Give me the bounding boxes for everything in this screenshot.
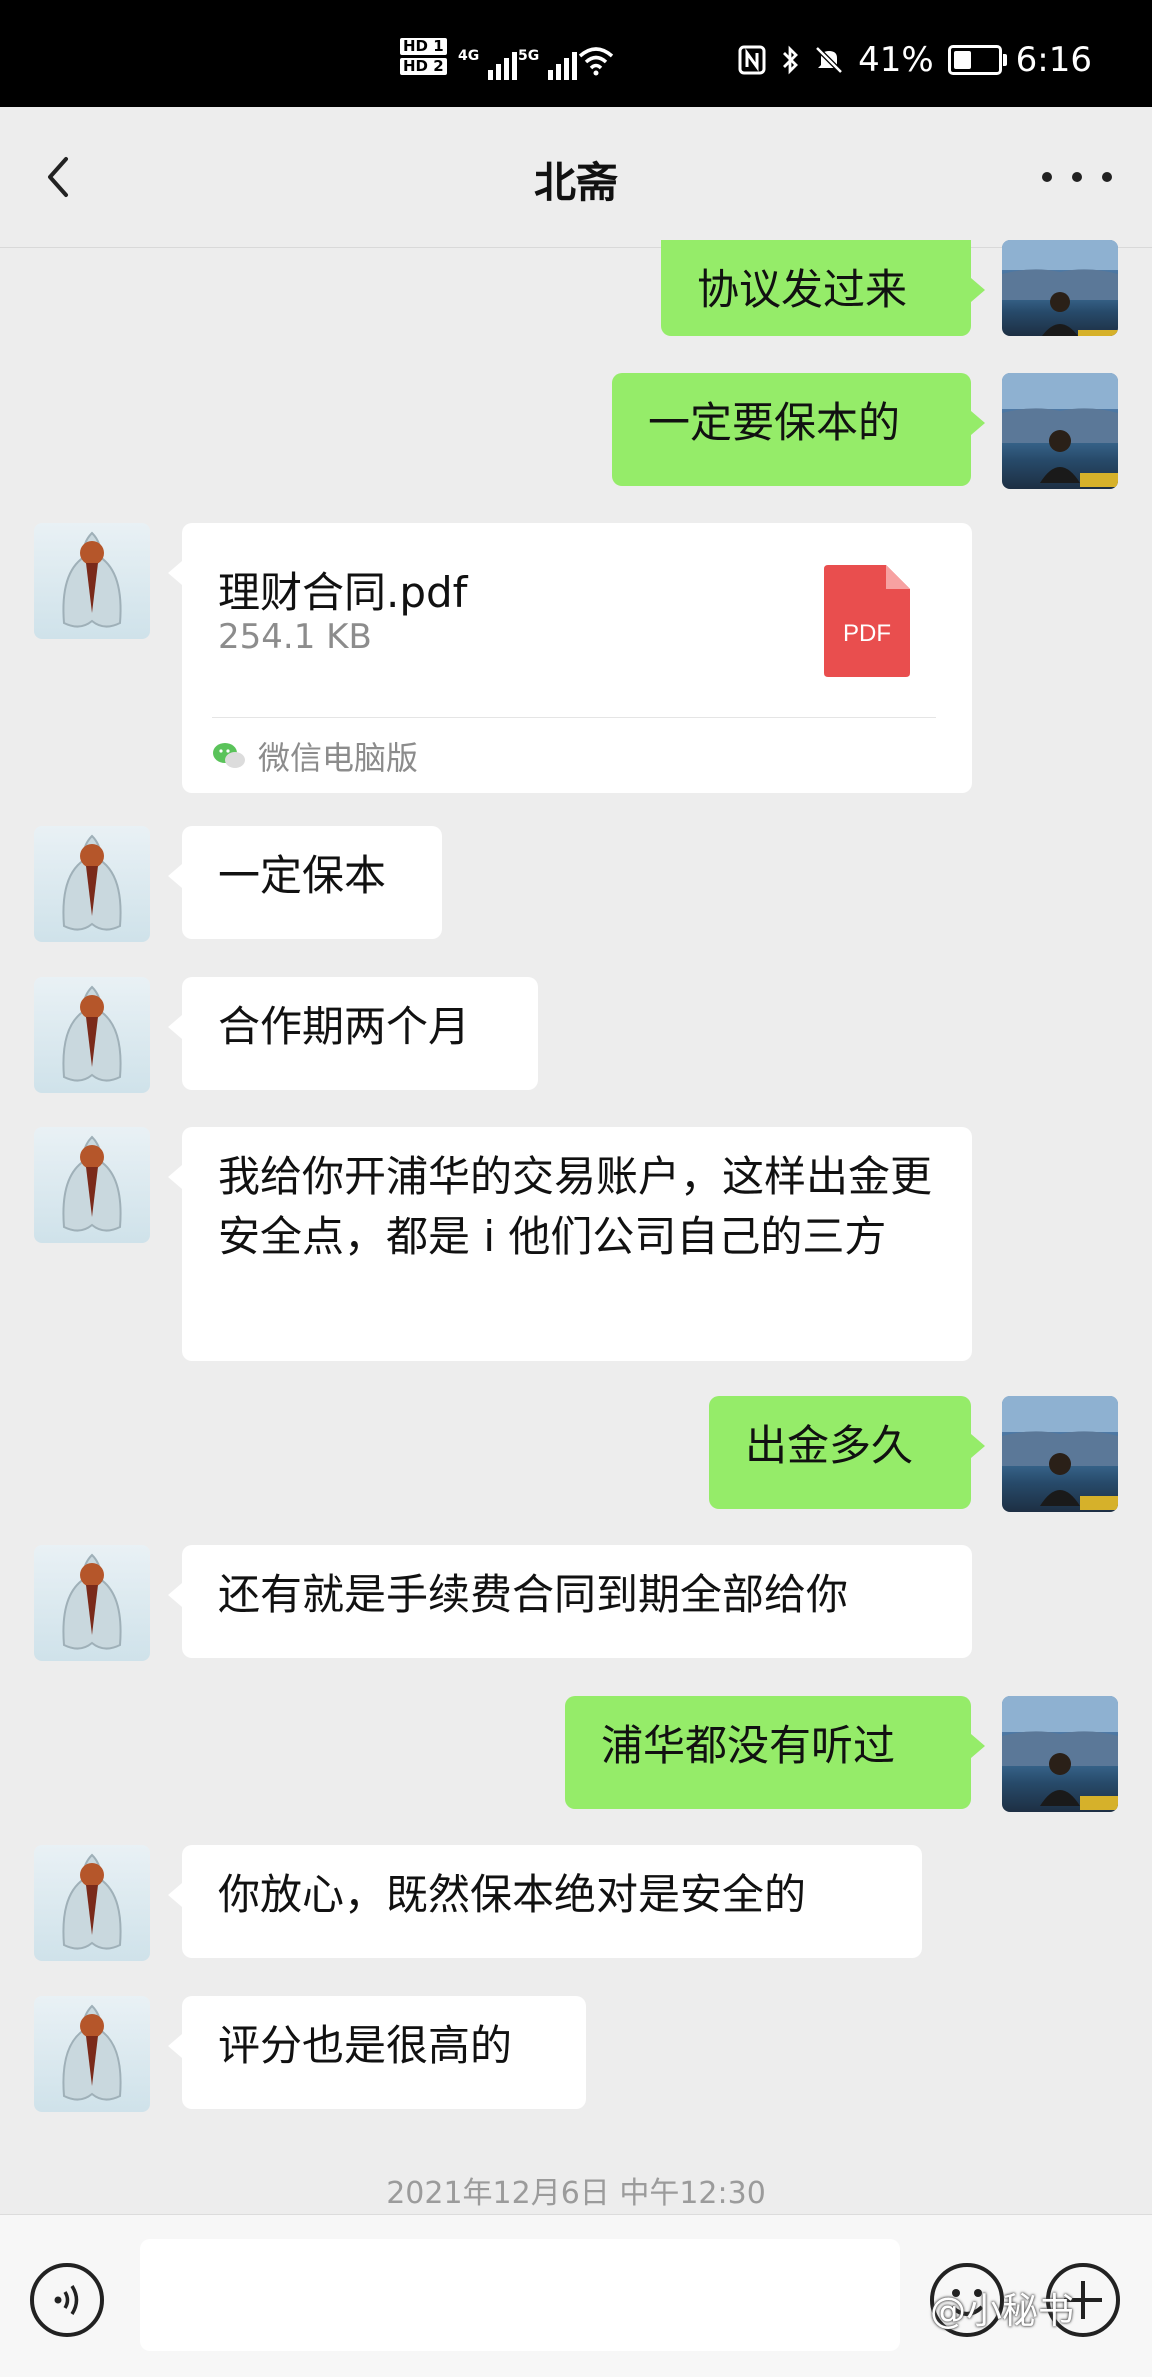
contact-avatar[interactable] [34, 1996, 150, 2112]
message-text: 一定保本 [218, 851, 387, 900]
clock: 6:16 [1015, 40, 1092, 80]
my-avatar[interactable] [1002, 1696, 1118, 1812]
file-message-card[interactable]: 理财合同.pdf 254.1 KB PDF 微信电脑版 [168, 523, 972, 793]
chat-header: 北斋 [0, 107, 1152, 248]
message-text: 协议发过来 [697, 265, 908, 314]
mute-icon [815, 46, 843, 74]
sim-indicator: HD 1 HD 2 [400, 38, 447, 78]
network-5g-label: 5G [518, 48, 540, 64]
message-text: 评分也是很高的 [218, 2021, 513, 2070]
message-text: 还有就是手续费合同到期全部给你 [218, 1570, 849, 1619]
file-size: 254.1 KB [218, 617, 372, 657]
wechat-icon [213, 743, 245, 768]
message-bubble-other[interactable]: 你放心，既然保本绝对是安全的 [168, 1845, 922, 1958]
cicada-art-icon [62, 985, 122, 1082]
pdf-file-icon: PDF [824, 565, 910, 677]
voice-icon[interactable] [28, 2261, 106, 2339]
signal-icon [488, 50, 517, 80]
chat-title: 北斋 [533, 158, 618, 207]
network-4g-label: 4G [458, 48, 480, 64]
cicada-art-icon [62, 1135, 122, 1232]
message-bubble-self[interactable]: 一定要保本的 [612, 373, 985, 486]
battery-icon [947, 45, 1007, 75]
contact-avatar[interactable] [34, 1845, 150, 1961]
file-name: 理财合同.pdf [218, 568, 468, 617]
message-text: 浦华都没有听过 [601, 1721, 896, 1770]
message-bubble-other[interactable]: 合作期两个月 [168, 977, 538, 1090]
person-photo-icon [1002, 1696, 1118, 1810]
person-photo-icon [1002, 1396, 1118, 1510]
battery-percent: 41% [858, 40, 934, 80]
contact-avatar[interactable] [34, 977, 150, 1093]
person-photo-icon [1002, 373, 1118, 487]
message-bubble-other[interactable]: 我给你开浦华的交易账户，这样出金更安全点，都是 i 他们公司自己的三方 [168, 1127, 972, 1361]
message-timestamp: 2021年12月6日 中午12:30 [386, 2176, 766, 2211]
message-text: 出金多久 [745, 1421, 914, 1470]
my-avatar[interactable] [1002, 1396, 1118, 1512]
sim-1-label: HD 1 [400, 38, 447, 55]
message-bubble-self[interactable]: 浦华都没有听过 [565, 1696, 985, 1809]
cicada-art-icon [62, 2004, 122, 2101]
wifi-icon [578, 47, 614, 76]
message-text: 一定要保本的 [648, 398, 901, 447]
cicada-art-icon [62, 1553, 122, 1650]
message-bubble-other[interactable]: 还有就是手续费合同到期全部给你 [168, 1545, 972, 1658]
signal-icon [548, 50, 577, 80]
message-bubble-self[interactable]: 协议发过来 [661, 240, 985, 336]
sim-2-label: HD 2 [400, 58, 447, 75]
contact-avatar[interactable] [34, 1127, 150, 1243]
dot-icon [1042, 172, 1052, 182]
file-source-label: 微信电脑版 [258, 739, 419, 777]
more-options-button[interactable] [1042, 147, 1112, 207]
cicada-art-icon [62, 1853, 122, 1950]
divider [212, 717, 936, 718]
cicada-art-icon [62, 531, 122, 628]
battery-level [953, 51, 971, 69]
dot-icon [1072, 172, 1082, 182]
contact-avatar[interactable] [34, 1545, 150, 1661]
message-bubble-other[interactable]: 评分也是很高的 [168, 1996, 586, 2109]
message-bubble-self[interactable]: 出金多久 [709, 1396, 985, 1509]
bluetooth-icon [783, 45, 799, 75]
pdf-icon-label: PDF [843, 620, 891, 647]
message-input[interactable] [140, 2239, 900, 2351]
message-bubble-other[interactable]: 一定保本 [168, 826, 442, 939]
my-avatar[interactable] [1002, 373, 1118, 489]
message-text: 你放心，既然保本绝对是安全的 [218, 1870, 807, 1919]
cicada-art-icon [62, 834, 122, 931]
person-photo-icon [1002, 240, 1118, 336]
dot-icon [1102, 172, 1112, 182]
contact-avatar[interactable] [34, 826, 150, 942]
nfc-icon [738, 45, 766, 75]
my-avatar[interactable] [1002, 240, 1118, 336]
contact-avatar[interactable] [34, 523, 150, 639]
message-text: 合作期两个月 [218, 1002, 471, 1051]
file-source: 微信电脑版 [212, 733, 418, 779]
message-text: 我给你开浦华的交易账户，这样出金更安全点，都是 i 他们公司自己的三方 [218, 1152, 933, 1261]
watermark: @小秘书 [930, 2291, 1075, 2332]
status-bar: HD 1 HD 2 4G 5G 41% 6:16 [0, 0, 1152, 107]
